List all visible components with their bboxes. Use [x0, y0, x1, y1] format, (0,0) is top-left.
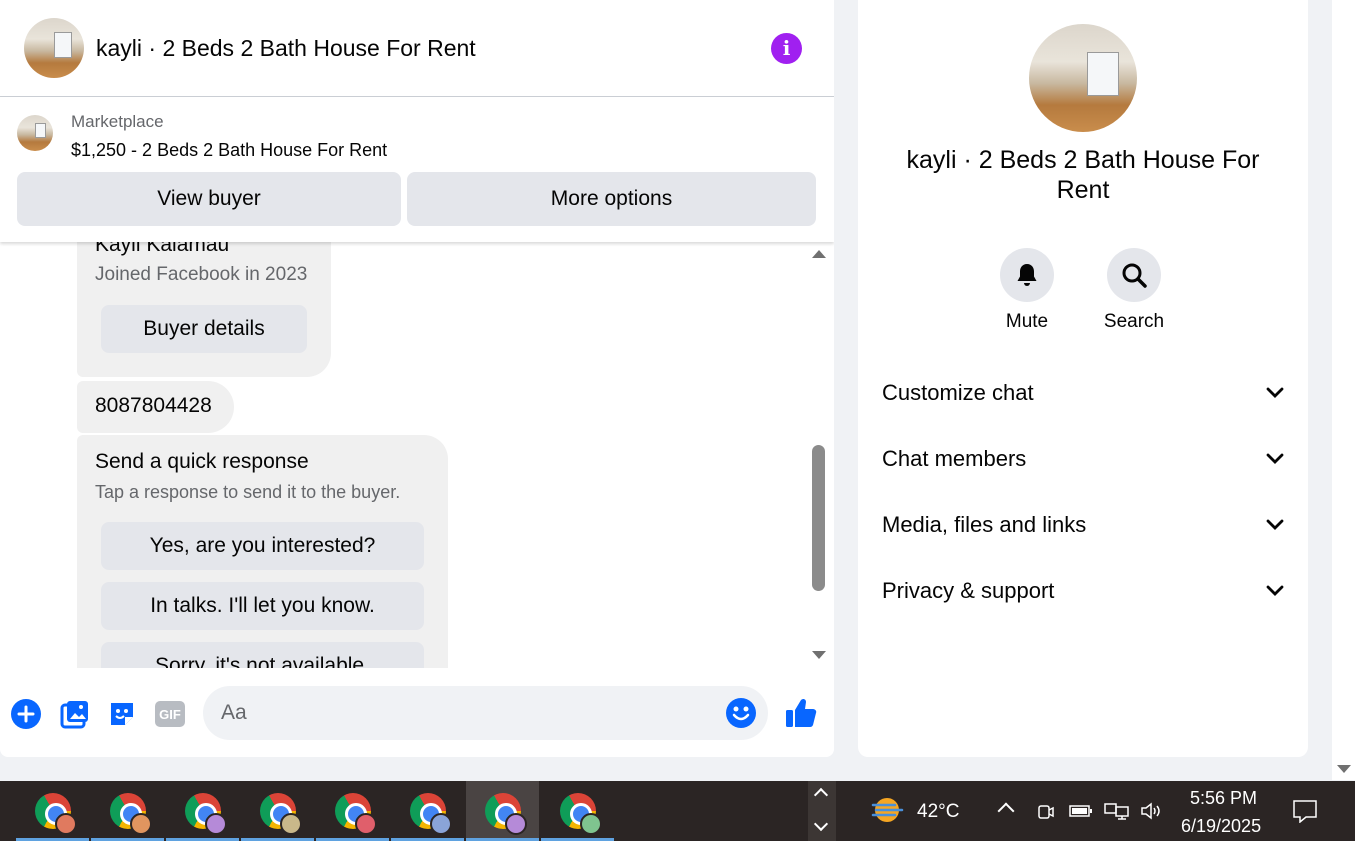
section-chat-members[interactable]: Chat members: [882, 439, 1284, 479]
chrome-icon: [184, 793, 227, 835]
chat-title[interactable]: kayli · 2 Beds 2 Bath House For Rent: [96, 35, 476, 62]
mute-label: Mute: [1005, 311, 1049, 332]
taskbar: 42°C 5:56 PM 6/19/2025: [0, 781, 1355, 841]
search-action[interactable]: Search: [1099, 248, 1169, 333]
quick-response-option[interactable]: In talks. I'll let you know.: [101, 582, 424, 630]
profile-badge-icon: [129, 813, 152, 835]
gif-icon[interactable]: GIF: [154, 698, 186, 730]
chrome-icon: [409, 793, 452, 835]
emoji-icon[interactable]: [725, 697, 757, 734]
section-label: Privacy & support: [882, 578, 1055, 603]
page-scrollbar[interactable]: [1332, 0, 1355, 780]
chevron-down-icon: [1266, 585, 1284, 596]
taskbar-chrome-8[interactable]: [541, 781, 614, 841]
section-label: Chat members: [882, 446, 1027, 471]
chevron-down-icon: [1266, 519, 1284, 530]
chat-details-panel: kayli · 2 Beds 2 Bath House For Rent Mut…: [858, 0, 1308, 757]
taskbar-chrome-6[interactable]: [391, 781, 464, 841]
quick-response-option[interactable]: Sorry, it's not available.: [101, 642, 424, 668]
taskbar-chrome-5[interactable]: [316, 781, 389, 841]
marketplace-banner: Marketplace $1,250 - 2 Beds 2 Bath House…: [0, 97, 834, 242]
buyer-name: Kayli Kalamau: [95, 242, 230, 256]
section-customize-chat[interactable]: Customize chat: [882, 373, 1284, 413]
taskbar-chrome-7[interactable]: [466, 781, 539, 841]
profile-badge-icon: [279, 813, 302, 835]
profile-badge-icon: [504, 813, 527, 835]
taskbar-chrome-1[interactable]: [16, 781, 89, 841]
marketplace-label: Marketplace: [71, 112, 164, 131]
temperature[interactable]: 42°C: [917, 801, 959, 823]
buyer-card: Kayli Kalamau Joined Facebook in 2023 Bu…: [77, 242, 331, 377]
profile-avatar[interactable]: [1029, 24, 1137, 132]
more-options-button[interactable]: More options: [407, 172, 816, 226]
clock-date[interactable]: 6/19/2025: [1181, 816, 1261, 837]
chrome-icon: [34, 793, 77, 835]
scroll-thumb[interactable]: [812, 445, 825, 591]
phone-message[interactable]: 8087804428: [77, 381, 234, 433]
message-input-container: [203, 686, 768, 740]
taskbar-chrome-2[interactable]: [91, 781, 164, 841]
quick-response-subtitle: Tap a response to send it to the buyer.: [95, 482, 401, 502]
quick-response-option[interactable]: Yes, are you interested?: [101, 522, 424, 570]
profile-badge-icon: [54, 813, 77, 835]
taskbar-chrome-4[interactable]: [241, 781, 314, 841]
profile-badge-icon: [429, 813, 452, 835]
search-label: Search: [1103, 311, 1165, 332]
scroll-down-arrow-icon[interactable]: [812, 651, 826, 659]
gif-label: GIF: [155, 701, 185, 727]
profile-badge-icon: [579, 813, 602, 835]
view-buyer-button[interactable]: View buyer: [17, 172, 401, 226]
mute-action[interactable]: Mute: [992, 248, 1062, 333]
listing-title[interactable]: $1,250 - 2 Beds 2 Bath House For Rent: [71, 140, 387, 161]
phone-number: 8087804428: [95, 394, 212, 417]
chevron-up-icon[interactable]: [997, 799, 1016, 820]
message-list: Kayli Kalamau Joined Facebook in 2023 Bu…: [0, 242, 834, 668]
section-label: Customize chat: [882, 380, 1034, 405]
quick-response-title: Send a quick response: [95, 450, 309, 473]
sticker-icon[interactable]: [106, 698, 138, 730]
chevron-down-icon[interactable]: [813, 816, 829, 832]
section-privacy-support[interactable]: Privacy & support: [882, 571, 1284, 611]
chat-avatar[interactable]: [24, 18, 84, 78]
volume-icon[interactable]: [1140, 801, 1164, 826]
taskbar-scroll[interactable]: [808, 781, 836, 841]
chevron-up-icon[interactable]: [813, 787, 829, 803]
network-icon[interactable]: [1104, 801, 1130, 826]
listing-thumbnail[interactable]: [17, 115, 53, 151]
chrome-icon: [259, 793, 302, 835]
chat-panel: kayli · 2 Beds 2 Bath House For Rent i M…: [0, 0, 834, 757]
profile-badge-icon: [204, 813, 227, 835]
scroll-up-arrow-icon[interactable]: [812, 250, 826, 258]
composer: GIF: [0, 682, 834, 746]
profile-badge-icon: [354, 813, 377, 835]
taskbar-chrome-3[interactable]: [166, 781, 239, 841]
joined-text: Joined Facebook in 2023: [95, 264, 308, 285]
quick-response-card: Send a quick response Tap a response to …: [77, 435, 448, 668]
chrome-icon: [109, 793, 152, 835]
chevron-down-icon: [1266, 387, 1284, 398]
clock-time[interactable]: 5:56 PM: [1190, 788, 1257, 809]
page-scroll-down-icon[interactable]: [1337, 765, 1351, 773]
profile-title: kayli · 2 Beds 2 Bath House For Rent: [906, 146, 1260, 204]
section-media-files-links[interactable]: Media, files and links: [882, 505, 1284, 545]
message-input[interactable]: [221, 700, 701, 726]
buyer-details-button[interactable]: Buyer details: [101, 305, 307, 353]
chrome-icon: [559, 793, 602, 835]
photo-icon[interactable]: [59, 698, 91, 730]
bell-icon[interactable]: [1000, 248, 1054, 302]
meet-now-icon[interactable]: [1036, 801, 1056, 826]
notification-icon[interactable]: [1292, 799, 1318, 828]
chat-header: kayli · 2 Beds 2 Bath House For Rent i: [0, 0, 834, 97]
thumbs-up-icon[interactable]: [784, 696, 818, 730]
info-icon[interactable]: i: [771, 33, 802, 64]
plus-icon[interactable]: [10, 698, 42, 730]
section-label: Media, files and links: [882, 512, 1087, 537]
search-icon[interactable]: [1107, 248, 1161, 302]
weather-icon[interactable]: [870, 795, 904, 825]
chrome-icon: [334, 793, 377, 835]
battery-icon[interactable]: [1069, 801, 1093, 826]
chevron-down-icon: [1266, 453, 1284, 464]
chrome-icon: [484, 793, 527, 835]
